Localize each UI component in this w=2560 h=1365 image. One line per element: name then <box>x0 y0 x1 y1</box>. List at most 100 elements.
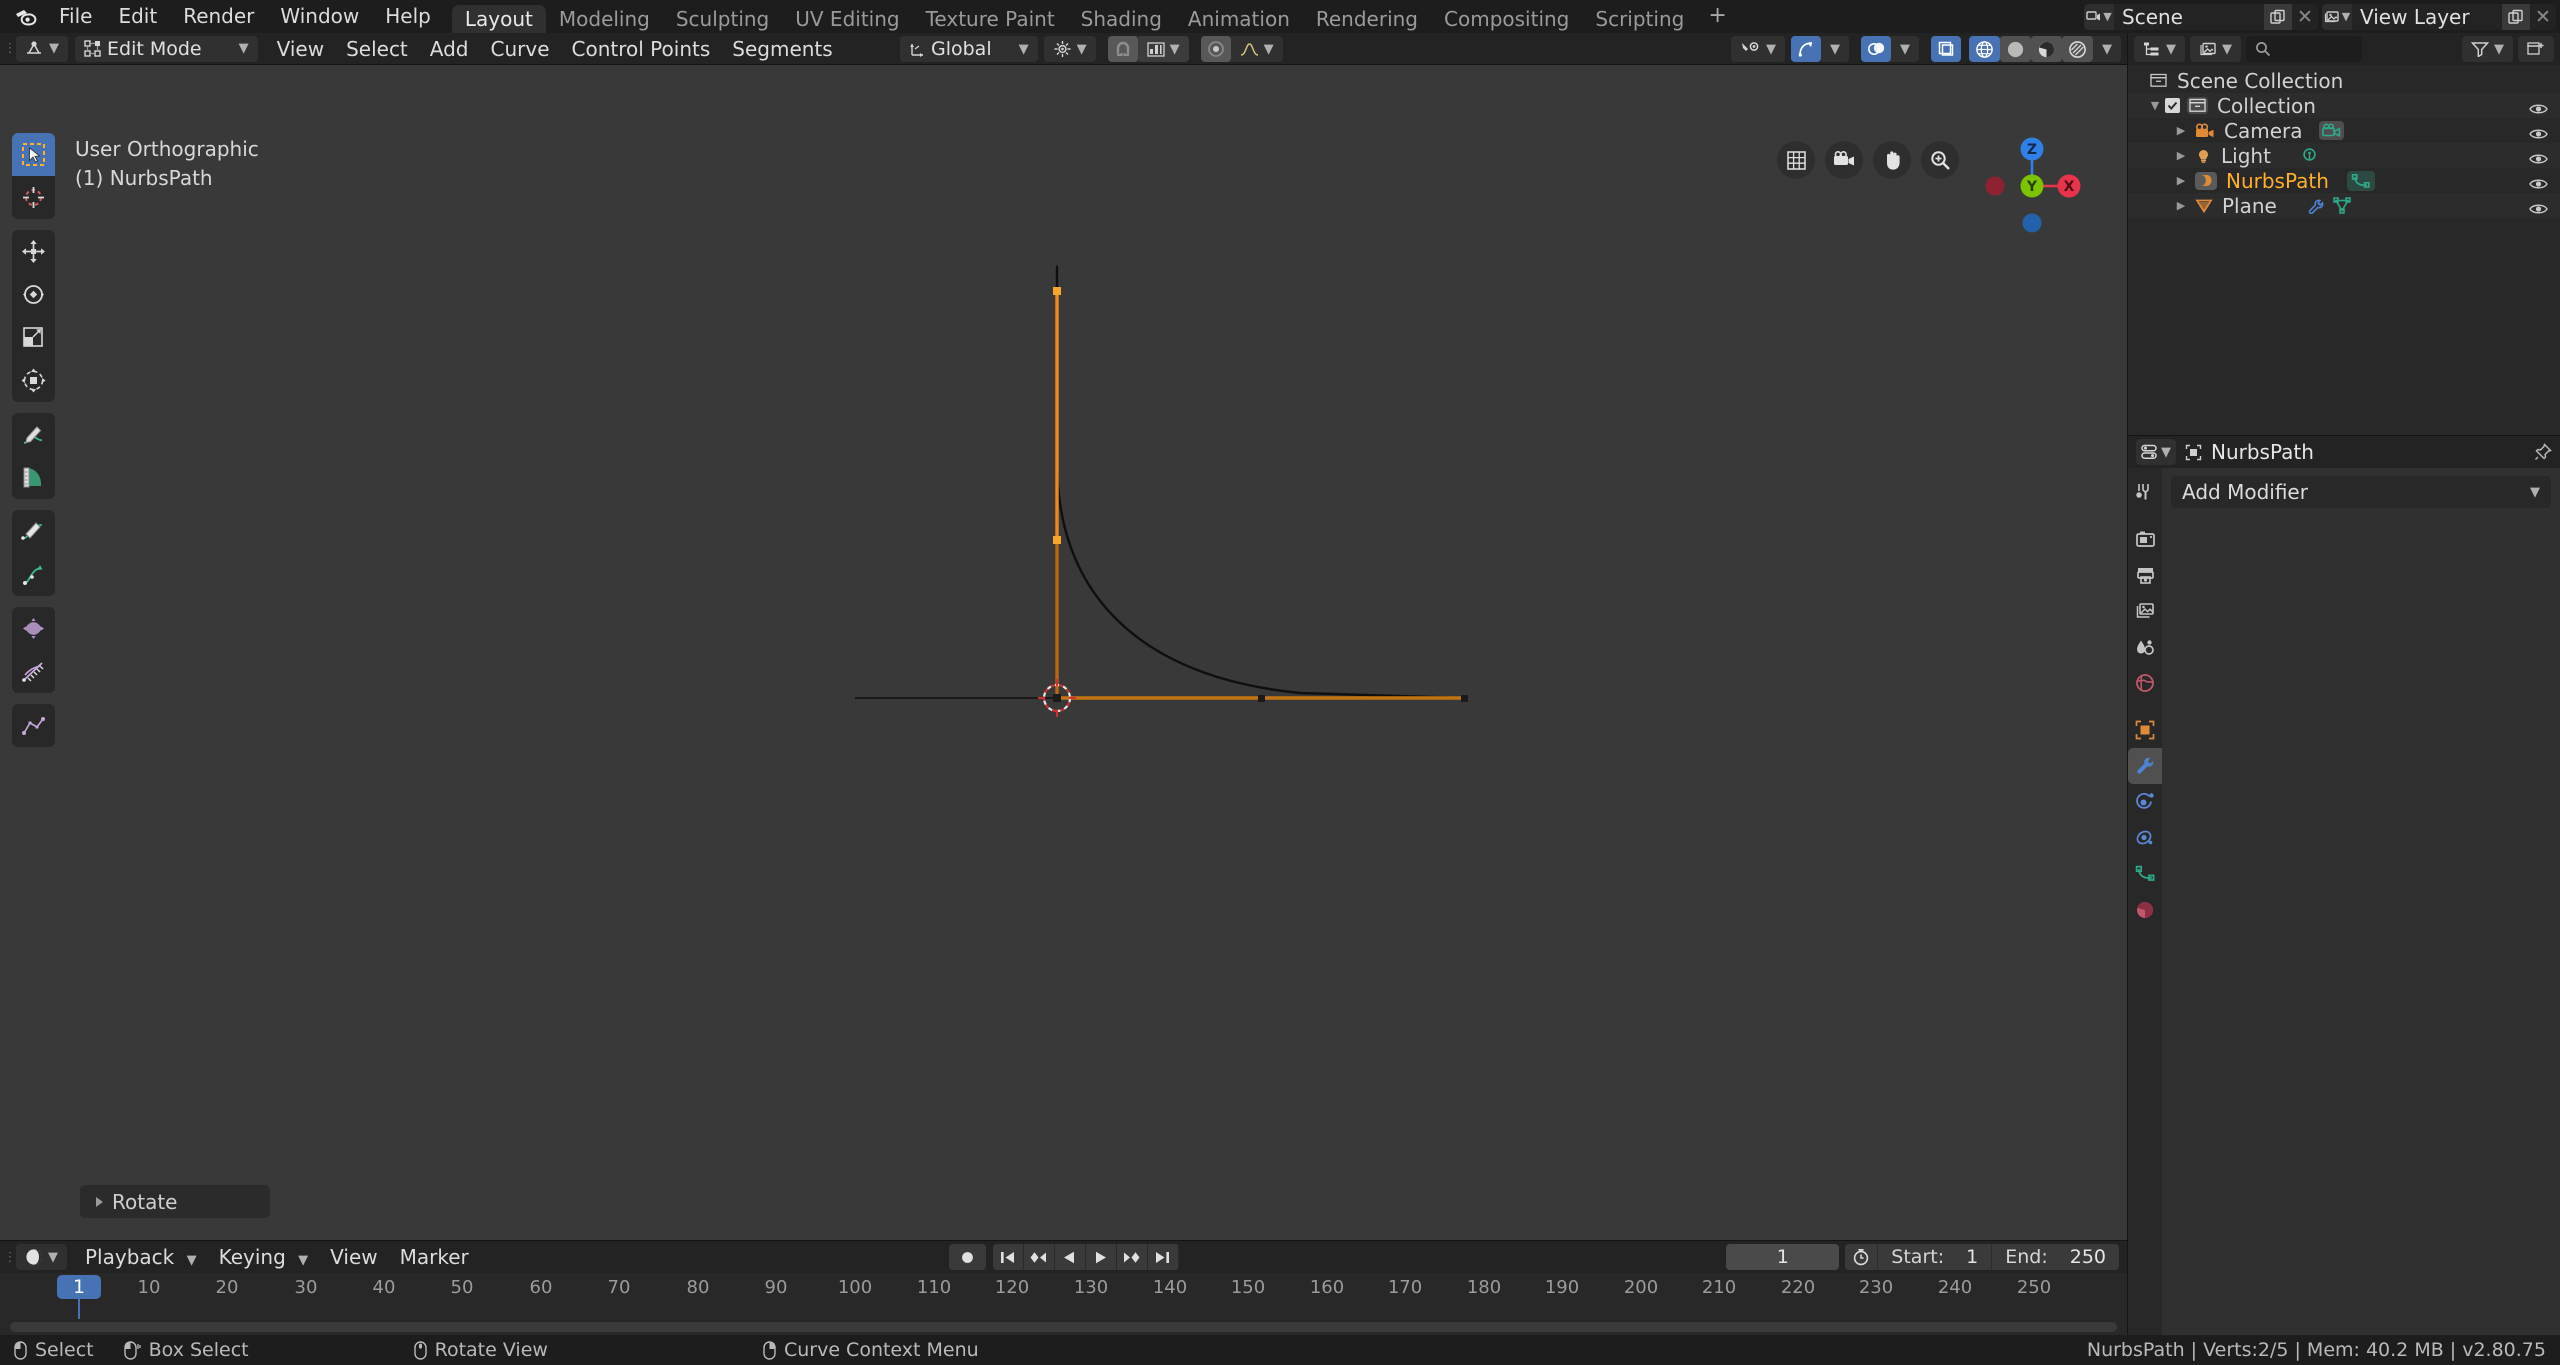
3d-viewport[interactable]: User Orthographic (1) NurbsPath Z X Y Ro… <box>0 65 2127 1240</box>
record-keyframes-icon[interactable] <box>948 1244 986 1270</box>
properties-tab-scene-icon[interactable] <box>2128 629 2162 665</box>
expand-triangle-icon[interactable]: ▶ <box>2174 168 2188 193</box>
snap-icon[interactable]: ▼ <box>1044 36 1096 62</box>
properties-tab-material-icon[interactable] <box>2128 892 2162 928</box>
play-reverse-button[interactable] <box>1054 1244 1086 1270</box>
show-overlays-icon[interactable] <box>1861 36 1891 62</box>
timeline-menu-keying[interactable]: Keying ▼ <box>208 1244 320 1270</box>
properties-tab-object-icon[interactable] <box>2128 712 2162 748</box>
properties-tab-physics-icon[interactable] <box>2128 784 2162 820</box>
timeline-menu-playback[interactable]: Playback ▼ <box>74 1244 208 1270</box>
operator-redo-panel[interactable]: Rotate <box>80 1185 270 1218</box>
properties-tab-render-icon[interactable] <box>2128 521 2162 557</box>
timeline-ruler[interactable]: 1 10 20 30 40 50 60 70 80 90 100 110 120… <box>0 1273 2127 1335</box>
expand-triangle-icon[interactable]: ▶ <box>2174 193 2188 218</box>
outliner-row-scene-collection[interactable]: Scene Collection <box>2128 68 2560 93</box>
menu-edit[interactable]: Edit <box>105 0 170 33</box>
menu-render[interactable]: Render <box>170 0 267 33</box>
curve-data-icon[interactable] <box>2346 170 2375 191</box>
viewport-menu-select[interactable]: Select <box>335 36 419 62</box>
pin-icon[interactable] <box>2534 443 2552 461</box>
editor-type-button[interactable]: ▼ <box>16 35 68 62</box>
workspace-tab-animation[interactable]: Animation <box>1175 5 1303 33</box>
outliner-row-camera[interactable]: ▶ Camera <box>2128 118 2560 143</box>
start-frame-field[interactable]: Start: 1 <box>1877 1244 1991 1270</box>
proportional-editing-toggle-icon[interactable] <box>1200 36 1231 62</box>
expand-triangle-icon[interactable]: ▶ <box>2174 118 2188 143</box>
properties-tab-view-layer-icon[interactable] <box>2128 593 2162 629</box>
transform-orientation-selector[interactable]: Global ▼ <box>900 36 1038 62</box>
outliner-row-light[interactable]: ▶ Light <box>2128 143 2560 168</box>
blender-logo-icon[interactable] <box>6 0 46 33</box>
timeline-scrollbar[interactable] <box>10 1322 2117 1332</box>
overlay-dropdown[interactable]: ▼ <box>1891 36 1919 62</box>
collection-checkbox[interactable] <box>2165 98 2180 113</box>
workspace-tab-rendering[interactable]: Rendering <box>1303 5 1431 33</box>
shading-rendered-icon[interactable] <box>2062 36 2093 62</box>
expand-triangle-icon[interactable]: ▼ <box>2148 93 2162 118</box>
use-preview-range-icon[interactable] <box>1845 1244 1878 1270</box>
properties-tab-modifier-icon[interactable] <box>2128 748 2162 784</box>
outliner-row-collection[interactable]: ▼ Collection <box>2128 93 2560 118</box>
properties-tab-curve-data-icon[interactable] <box>2128 856 2162 892</box>
workspace-tab-layout[interactable]: Layout <box>451 5 546 33</box>
current-frame-field[interactable]: 1 <box>1726 1244 1840 1270</box>
timeline-playhead[interactable]: 1 <box>57 1275 101 1299</box>
properties-tab-tool-icon[interactable] <box>2128 474 2162 510</box>
workspace-tab-scripting[interactable]: Scripting <box>1582 5 1697 33</box>
scene-browse-icon[interactable]: ▼ <box>2084 3 2114 30</box>
play-button[interactable] <box>1085 1244 1117 1270</box>
menu-window[interactable]: Window <box>267 0 372 33</box>
proportional-edit-magnet-icon[interactable] <box>1107 36 1138 62</box>
proportional-falloff-selector[interactable]: ▼ <box>1137 36 1189 62</box>
outliner-row-plane[interactable]: ▶ Plane <box>2128 193 2560 218</box>
timeline-menu-view[interactable]: View <box>319 1244 388 1270</box>
expand-triangle-icon[interactable]: ▶ <box>2174 143 2188 168</box>
jump-to-start-button[interactable] <box>992 1244 1024 1270</box>
mesh-data-icon[interactable] <box>2333 197 2351 214</box>
outliner-display-mode-button[interactable]: ▼ <box>2190 36 2241 62</box>
prev-keyframe-button[interactable] <box>1023 1244 1055 1270</box>
workspace-tab-uv-editing[interactable]: UV Editing <box>782 5 912 33</box>
workspace-tab-modeling[interactable]: Modeling <box>546 5 663 33</box>
next-keyframe-button[interactable] <box>1116 1244 1148 1270</box>
timeline-editor-type-button[interactable]: ▼ <box>16 1244 67 1270</box>
workspace-tab-sculpting[interactable]: Sculpting <box>663 5 782 33</box>
outliner-row-nurbspath[interactable]: ▶ NurbsPath <box>2128 168 2560 193</box>
viewport-menu-segments[interactable]: Segments <box>721 36 843 62</box>
viewport-menu-add[interactable]: Add <box>419 36 480 62</box>
properties-tab-output-icon[interactable] <box>2128 557 2162 593</box>
unlink-scene-icon[interactable]: ✕ <box>2292 4 2318 30</box>
modifier-icon[interactable] <box>2307 198 2325 214</box>
menu-file[interactable]: File <box>46 0 105 33</box>
add-workspace-button[interactable]: + <box>1697 0 1737 33</box>
viewport-menu-curve[interactable]: Curve <box>480 36 561 62</box>
new-view-layer-icon[interactable] <box>2502 3 2530 30</box>
shading-wireframe-icon[interactable] <box>1969 36 2000 62</box>
mode-selector[interactable]: Edit Mode ▼ <box>75 35 258 62</box>
outliner-filter-button[interactable]: ▼ <box>2462 36 2513 62</box>
new-scene-icon[interactable] <box>2264 3 2292 30</box>
add-modifier-button[interactable]: Add Modifier ▼ <box>2171 476 2551 508</box>
new-collection-button[interactable] <box>2518 36 2554 62</box>
scene-selector[interactable]: ▼ Scene ✕ <box>2084 3 2318 30</box>
xray-toggle-icon[interactable] <box>1931 36 1961 62</box>
view-layer-browse-icon[interactable]: ▼ <box>2322 3 2352 30</box>
gizmo-dropdown[interactable]: ▼ <box>1821 36 1849 62</box>
visibility-eye-icon[interactable] <box>2529 197 2548 221</box>
camera-data-icon[interactable] <box>2318 121 2344 140</box>
light-data-icon[interactable] <box>2301 147 2318 164</box>
viewport-menu-view[interactable]: View <box>266 36 335 62</box>
shading-solid-icon[interactable] <box>2000 36 2031 62</box>
falloff-curve-selector[interactable]: ▼ <box>1231 36 1283 62</box>
remove-view-layer-icon[interactable]: ✕ <box>2530 4 2556 30</box>
view-layer-name[interactable]: View Layer <box>2352 4 2502 30</box>
view-layer-selector[interactable]: ▼ View Layer ✕ <box>2322 3 2556 30</box>
visibility-selector[interactable]: ▼ <box>1731 36 1785 62</box>
menu-help[interactable]: Help <box>372 0 444 33</box>
workspace-tab-texture-paint[interactable]: Texture Paint <box>913 5 1068 33</box>
shading-material-preview-icon[interactable] <box>2031 36 2062 62</box>
properties-tab-world-icon[interactable] <box>2128 665 2162 701</box>
properties-tab-constraints-icon[interactable] <box>2128 820 2162 856</box>
viewport-menu-control-points[interactable]: Control Points <box>561 36 722 62</box>
